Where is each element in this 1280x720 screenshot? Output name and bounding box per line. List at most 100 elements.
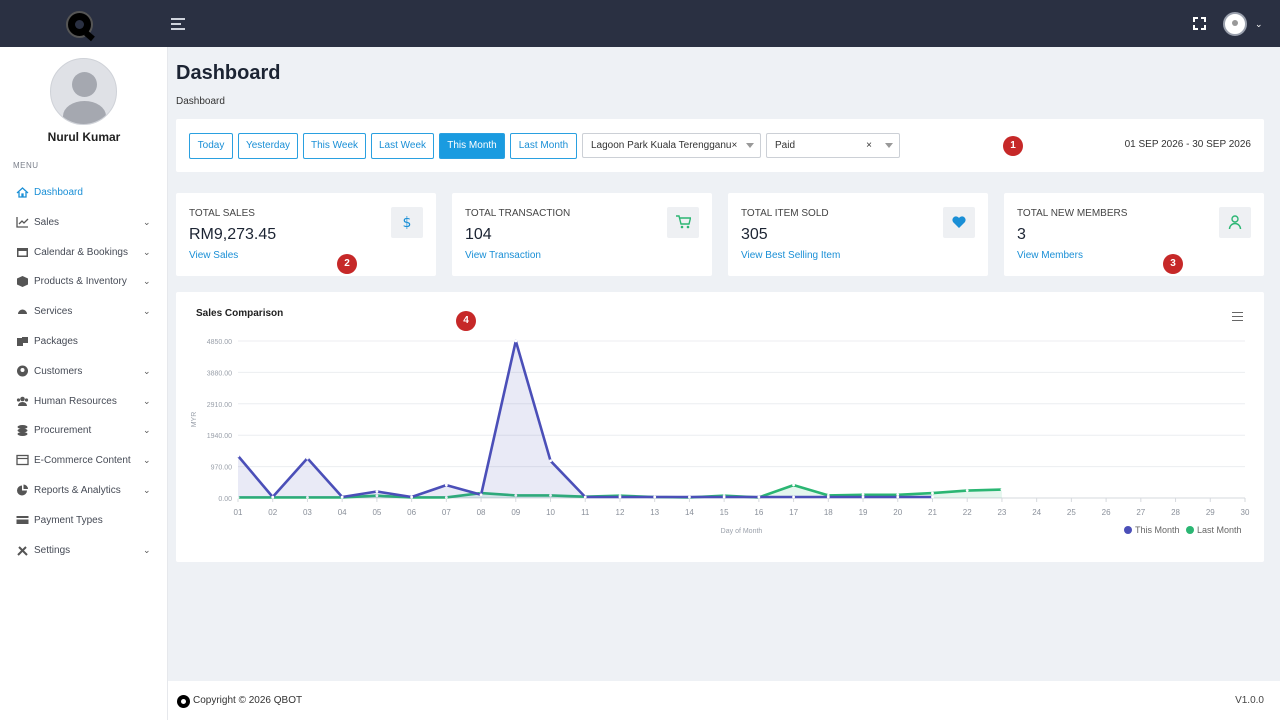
- credit-card-icon: [16, 514, 29, 526]
- sidebar-item-label: Reports & Analytics: [34, 485, 121, 496]
- fullscreen-icon[interactable]: [1192, 16, 1207, 31]
- this-month-point: [340, 495, 344, 499]
- layout-icon: [16, 454, 29, 466]
- y-tick-label: 2910.00: [207, 402, 232, 409]
- this-month-point: [688, 495, 691, 499]
- home-icon: [16, 186, 29, 198]
- this-month-point: [792, 495, 795, 499]
- user-avatar[interactable]: [1223, 12, 1247, 36]
- location-dropdown-icon[interactable]: [746, 143, 754, 148]
- user-circle-icon: [16, 365, 29, 377]
- stat-value: RM9,273.45: [189, 226, 277, 243]
- filter-this-month-button[interactable]: This Month: [439, 133, 505, 159]
- line-chart-icon: [16, 216, 29, 228]
- x-tick-label: 27: [1136, 508, 1145, 517]
- status-clear-icon[interactable]: ×: [866, 134, 872, 157]
- filter-yesterday-button[interactable]: Yesterday: [238, 133, 298, 159]
- location-clear-icon[interactable]: ×: [731, 140, 737, 151]
- sidebar-item-label: Products & Inventory: [34, 276, 127, 288]
- x-tick-label: 20: [893, 508, 902, 517]
- chart-canvas: 0.00 970.00 1940.00 2910.00 3880.00 4850.00 01…: [191, 339, 1250, 535]
- sidebar-item-customers[interactable]: Customers ⌄: [0, 359, 168, 385]
- tools-icon: [16, 544, 29, 556]
- chevron-down-icon: ⌄: [143, 216, 151, 227]
- legend-marker: [1124, 526, 1132, 534]
- copyright-text: Copyright © 2026 QBOT: [193, 695, 303, 706]
- y-tick-label: 3880.00: [207, 370, 232, 377]
- stat-label: TOTAL NEW MEMBERS: [1017, 208, 1128, 219]
- status-dropdown-icon[interactable]: [885, 143, 893, 148]
- sidebar-item-settings[interactable]: Settings ⌄: [0, 538, 168, 564]
- sidebar-item-packages[interactable]: Packages: [0, 329, 168, 355]
- x-tick-label: 06: [407, 508, 416, 517]
- sidebar-item-dashboard[interactable]: Dashboard: [0, 180, 168, 206]
- menu-title: MENU: [13, 161, 39, 170]
- sidebar-item-reports-analytics[interactable]: Reports & Analytics ⌄: [0, 478, 168, 504]
- sidebar-item-label: Human Resources: [34, 395, 117, 407]
- pie-chart-icon: [16, 484, 29, 496]
- x-tick-label: 02: [268, 508, 277, 517]
- x-tick-label: 24: [1032, 508, 1041, 517]
- stat-label: TOTAL SALES: [189, 208, 255, 219]
- x-tick-label: 01: [234, 508, 243, 517]
- calendar-icon: [16, 246, 29, 258]
- x-tick-label: 25: [1067, 508, 1076, 517]
- y-tick-label: 4850.00: [207, 339, 232, 346]
- profile-name: Nurul Kumar: [47, 130, 121, 144]
- sidebar-item-calendar-bookings[interactable]: Calendar & Bookings ⌄: [0, 240, 168, 266]
- this-month-point: [514, 339, 518, 343]
- this-month-point: [410, 495, 414, 499]
- sidebar-item-e-commerce-content[interactable]: E-Commerce Content ⌄: [0, 448, 168, 474]
- breadcrumb[interactable]: Dashboard: [176, 96, 225, 107]
- this-month-point: [236, 454, 240, 458]
- this-month-point: [479, 493, 483, 497]
- last-month-point: [965, 489, 969, 492]
- users-icon: [16, 395, 29, 407]
- view-best-selling-link[interactable]: View Best Selling Item: [741, 250, 840, 261]
- view-transaction-link[interactable]: View Transaction: [465, 250, 541, 261]
- total-item-sold-card: TOTAL ITEM SOLD 305 View Best Selling It…: [728, 193, 988, 276]
- box-icon: [16, 275, 29, 288]
- this-month-series-line: [237, 339, 933, 499]
- sidebar-item-services[interactable]: Services ⌄: [0, 299, 168, 325]
- x-axis-label: Day of Month: [721, 528, 763, 535]
- this-month-point: [375, 490, 379, 493]
- sidebar: Nurul Kumar MENU Dashboard Sales ⌄ Calendar…: [0, 47, 168, 720]
- qbot-logo[interactable]: [66, 11, 93, 38]
- filter-today-button[interactable]: Today: [189, 133, 233, 159]
- hamburger-menu-icon[interactable]: [171, 18, 185, 30]
- sidebar-item-payment-types[interactable]: Payment Types: [0, 508, 168, 534]
- location-select[interactable]: Lagoon Park Kuala Terengganu×: [582, 133, 761, 158]
- x-tick-label: 19: [859, 508, 868, 517]
- annotation-badge: 1: [1003, 136, 1023, 156]
- annotation-badge: 4: [456, 311, 476, 331]
- sidebar-item-procurement[interactable]: Procurement ⌄: [0, 418, 168, 444]
- last-month-point: [792, 483, 795, 487]
- legend-label: This Month: [1135, 525, 1180, 535]
- view-sales-link[interactable]: View Sales: [189, 250, 238, 261]
- chevron-down-icon: ⌄: [143, 485, 151, 495]
- x-tick-label: 30: [1241, 508, 1250, 517]
- sidebar-item-human-resources[interactable]: Human Resources ⌄: [0, 389, 168, 415]
- filter-last-week-button[interactable]: Last Week: [371, 133, 434, 159]
- coins-icon: [16, 424, 29, 437]
- filter-last-month-button[interactable]: Last Month: [510, 133, 577, 159]
- chevron-down-icon: ⌄: [143, 365, 151, 376]
- stat-label: TOTAL ITEM SOLD: [741, 208, 829, 219]
- chevron-down-icon: ⌄: [143, 276, 151, 287]
- footer: Copyright © 2026 QBOT V1.0.0: [168, 681, 1280, 720]
- y-tick-label: 1940.00: [207, 433, 232, 440]
- sidebar-item-sales[interactable]: Sales ⌄: [0, 210, 168, 236]
- x-tick-label: 08: [477, 508, 486, 517]
- sidebar-item-products-inventory[interactable]: Products & Inventory ⌄: [0, 269, 168, 295]
- x-tick-label: 21: [928, 508, 937, 517]
- status-select[interactable]: Paid ×: [766, 133, 900, 158]
- filter-this-week-button[interactable]: This Week: [303, 133, 366, 159]
- stat-value: 305: [741, 226, 768, 243]
- chevron-down-icon[interactable]: ⌄: [1255, 19, 1263, 30]
- x-tick-label: 17: [789, 508, 798, 517]
- y-tick-label: 0.00: [218, 496, 232, 503]
- x-tick-label: 09: [511, 508, 520, 517]
- view-members-link[interactable]: View Members: [1017, 250, 1083, 261]
- sidebar-item-label: Procurement: [34, 425, 92, 437]
